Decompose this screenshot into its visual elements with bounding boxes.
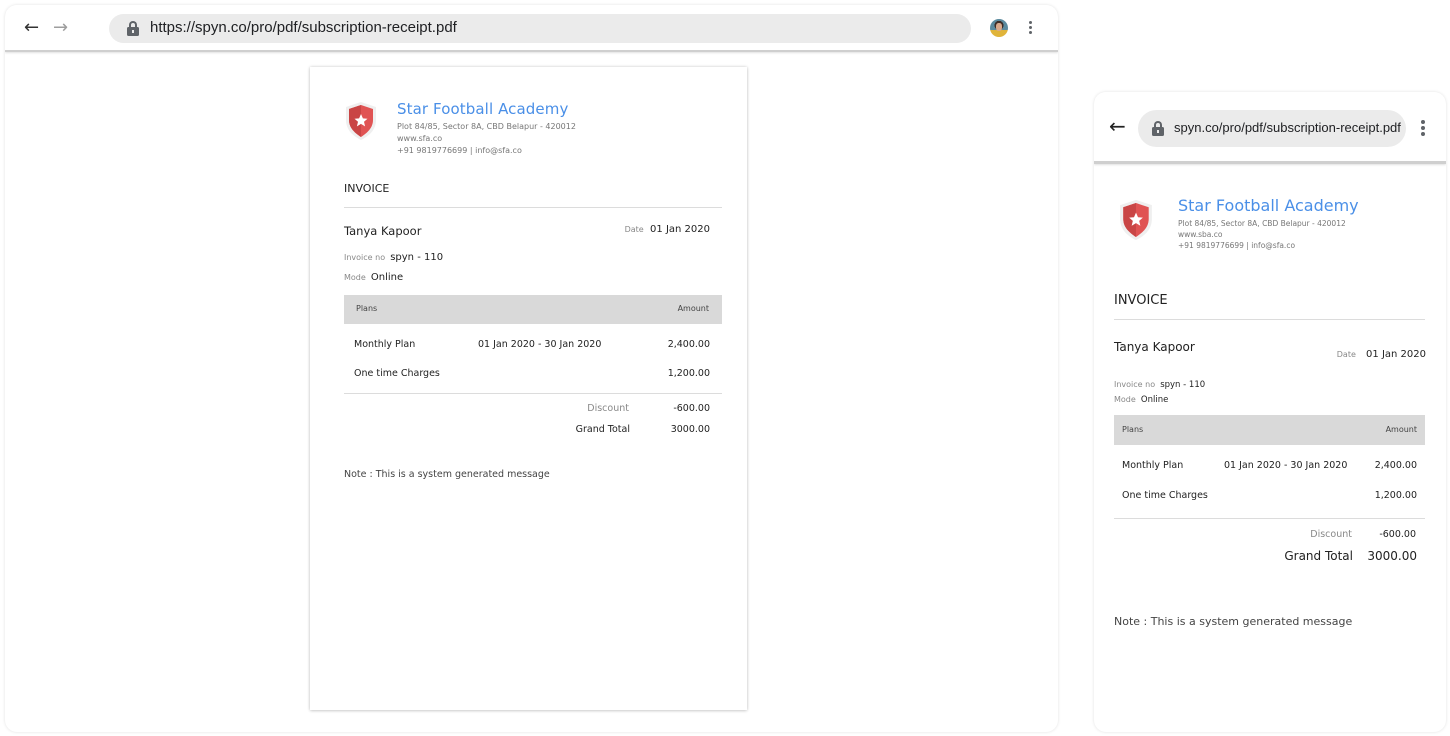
more-vert-icon[interactable] (1421, 120, 1425, 138)
footer-note: Note : This is a system generated messag… (1114, 615, 1353, 628)
invoice-title: INVOICE (1114, 293, 1168, 308)
org-address: Plot 84/85, Sector 8A, CBD Belapur - 420… (397, 122, 576, 131)
org-contact: +91 9819776699 | info@sfa.co (1178, 241, 1296, 250)
discount-value: -600.00 (1379, 529, 1416, 540)
profile-avatar[interactable] (990, 19, 1008, 37)
date-value: 01 Jan 2020 (1366, 349, 1426, 360)
plan-name: One time Charges (354, 368, 440, 379)
shield-star-icon (346, 102, 376, 140)
invoice-title: INVOICE (344, 182, 390, 195)
mode-value: Online (1140, 395, 1169, 405)
address-bar[interactable]: https://spyn.co/pro/pdf/subscription-rec… (109, 14, 971, 43)
plan-name: One time Charges (1122, 490, 1208, 501)
mobile-toolbar: ← spyn.co/pro/pdf/subscription-receipt.p… (1094, 92, 1446, 164)
date-field: Date 01 Jan 2020 (1337, 342, 1426, 361)
plan-amount: 2,400.00 (667, 339, 710, 350)
shield-star-icon (1120, 199, 1152, 241)
mode-label: Mode (344, 273, 366, 282)
date-label: Date (624, 225, 644, 234)
desktop-toolbar: ← → https://spyn.co/pro/pdf/subscription… (5, 5, 1058, 52)
header-amount: Amount (677, 304, 709, 313)
org-website: www.sfa.co (397, 134, 443, 143)
plan-amount: 1,200.00 (1374, 490, 1417, 501)
header-plans: Plans (1122, 425, 1144, 434)
mode-field: Mode Online (1114, 387, 1168, 406)
grand-total-label: Grand Total (575, 424, 630, 435)
grand-total-value: 3000.00 (1367, 549, 1417, 563)
org-name: Star Football Academy (1178, 196, 1359, 215)
address-bar[interactable]: spyn.co/pro/pdf/subscription-receipt.pdf (1138, 110, 1406, 147)
customer-name: Tanya Kapoor (344, 224, 422, 238)
plan-name: Monthly Plan (354, 339, 416, 350)
table-header: Plans Amount (344, 295, 722, 324)
date-label: Date (1336, 350, 1356, 359)
customer-name: Tanya Kapoor (1114, 340, 1195, 354)
pdf-page: Star Football Academy Plot 84/85, Sector… (310, 67, 747, 710)
date-value: 01 Jan 2020 (650, 224, 710, 235)
discount-label: Discount (587, 403, 629, 414)
invoice-no-value: spyn - 110 (390, 252, 444, 263)
mode-value: Online (370, 272, 404, 283)
desktop-browser-window: ← → https://spyn.co/pro/pdf/subscription… (5, 5, 1058, 732)
org-address: Plot 84/85, Sector 8A, CBD Belapur - 420… (1178, 219, 1346, 228)
plan-period: 01 Jan 2020 - 30 Jan 2020 (478, 339, 602, 350)
more-vert-icon[interactable] (1029, 21, 1033, 37)
org-contact: +91 9819776699 | info@sfa.co (397, 146, 522, 155)
mode-field: Mode Online (344, 265, 403, 284)
grand-total-value: 3000.00 (670, 424, 710, 435)
divider (344, 393, 722, 394)
org-name: Star Football Academy (397, 100, 569, 118)
url-text[interactable]: spyn.co/pro/pdf/subscription-receipt.pdf (1174, 120, 1401, 135)
plan-name: Monthly Plan (1122, 460, 1184, 471)
invoice-no-label: Invoice no (344, 253, 386, 262)
forward-arrow-icon[interactable]: → (53, 19, 68, 37)
lock-icon[interactable] (127, 21, 139, 36)
divider (1114, 319, 1425, 320)
mobile-browser-window: ← spyn.co/pro/pdf/subscription-receipt.p… (1094, 92, 1446, 732)
lock-icon[interactable] (1152, 121, 1164, 136)
discount-label: Discount (1310, 529, 1352, 540)
back-arrow-icon[interactable]: ← (24, 19, 39, 37)
plan-amount: 2,400.00 (1374, 460, 1417, 471)
plan-period: 01 Jan 2020 - 30 Jan 2020 (1224, 460, 1348, 471)
divider (1114, 518, 1425, 519)
org-website: www.sba.co (1178, 230, 1223, 239)
date-field: Date 01 Jan 2020 (625, 224, 710, 235)
plan-amount: 1,200.00 (667, 368, 710, 379)
mode-label: Mode (1114, 395, 1136, 404)
table-header: Plans Amount (1114, 415, 1425, 445)
footer-note: Note : This is a system generated messag… (344, 469, 550, 480)
invoice-no-field: Invoice no spyn - 110 (344, 245, 443, 264)
url-text[interactable]: https://spyn.co/pro/pdf/subscription-rec… (150, 19, 457, 36)
grand-total-label: Grand Total (1284, 549, 1353, 563)
back-arrow-icon[interactable]: ← (1109, 116, 1126, 136)
header-amount: Amount (1385, 425, 1417, 434)
discount-value: -600.00 (673, 403, 710, 414)
header-plans: Plans (356, 304, 378, 313)
divider (344, 207, 722, 208)
